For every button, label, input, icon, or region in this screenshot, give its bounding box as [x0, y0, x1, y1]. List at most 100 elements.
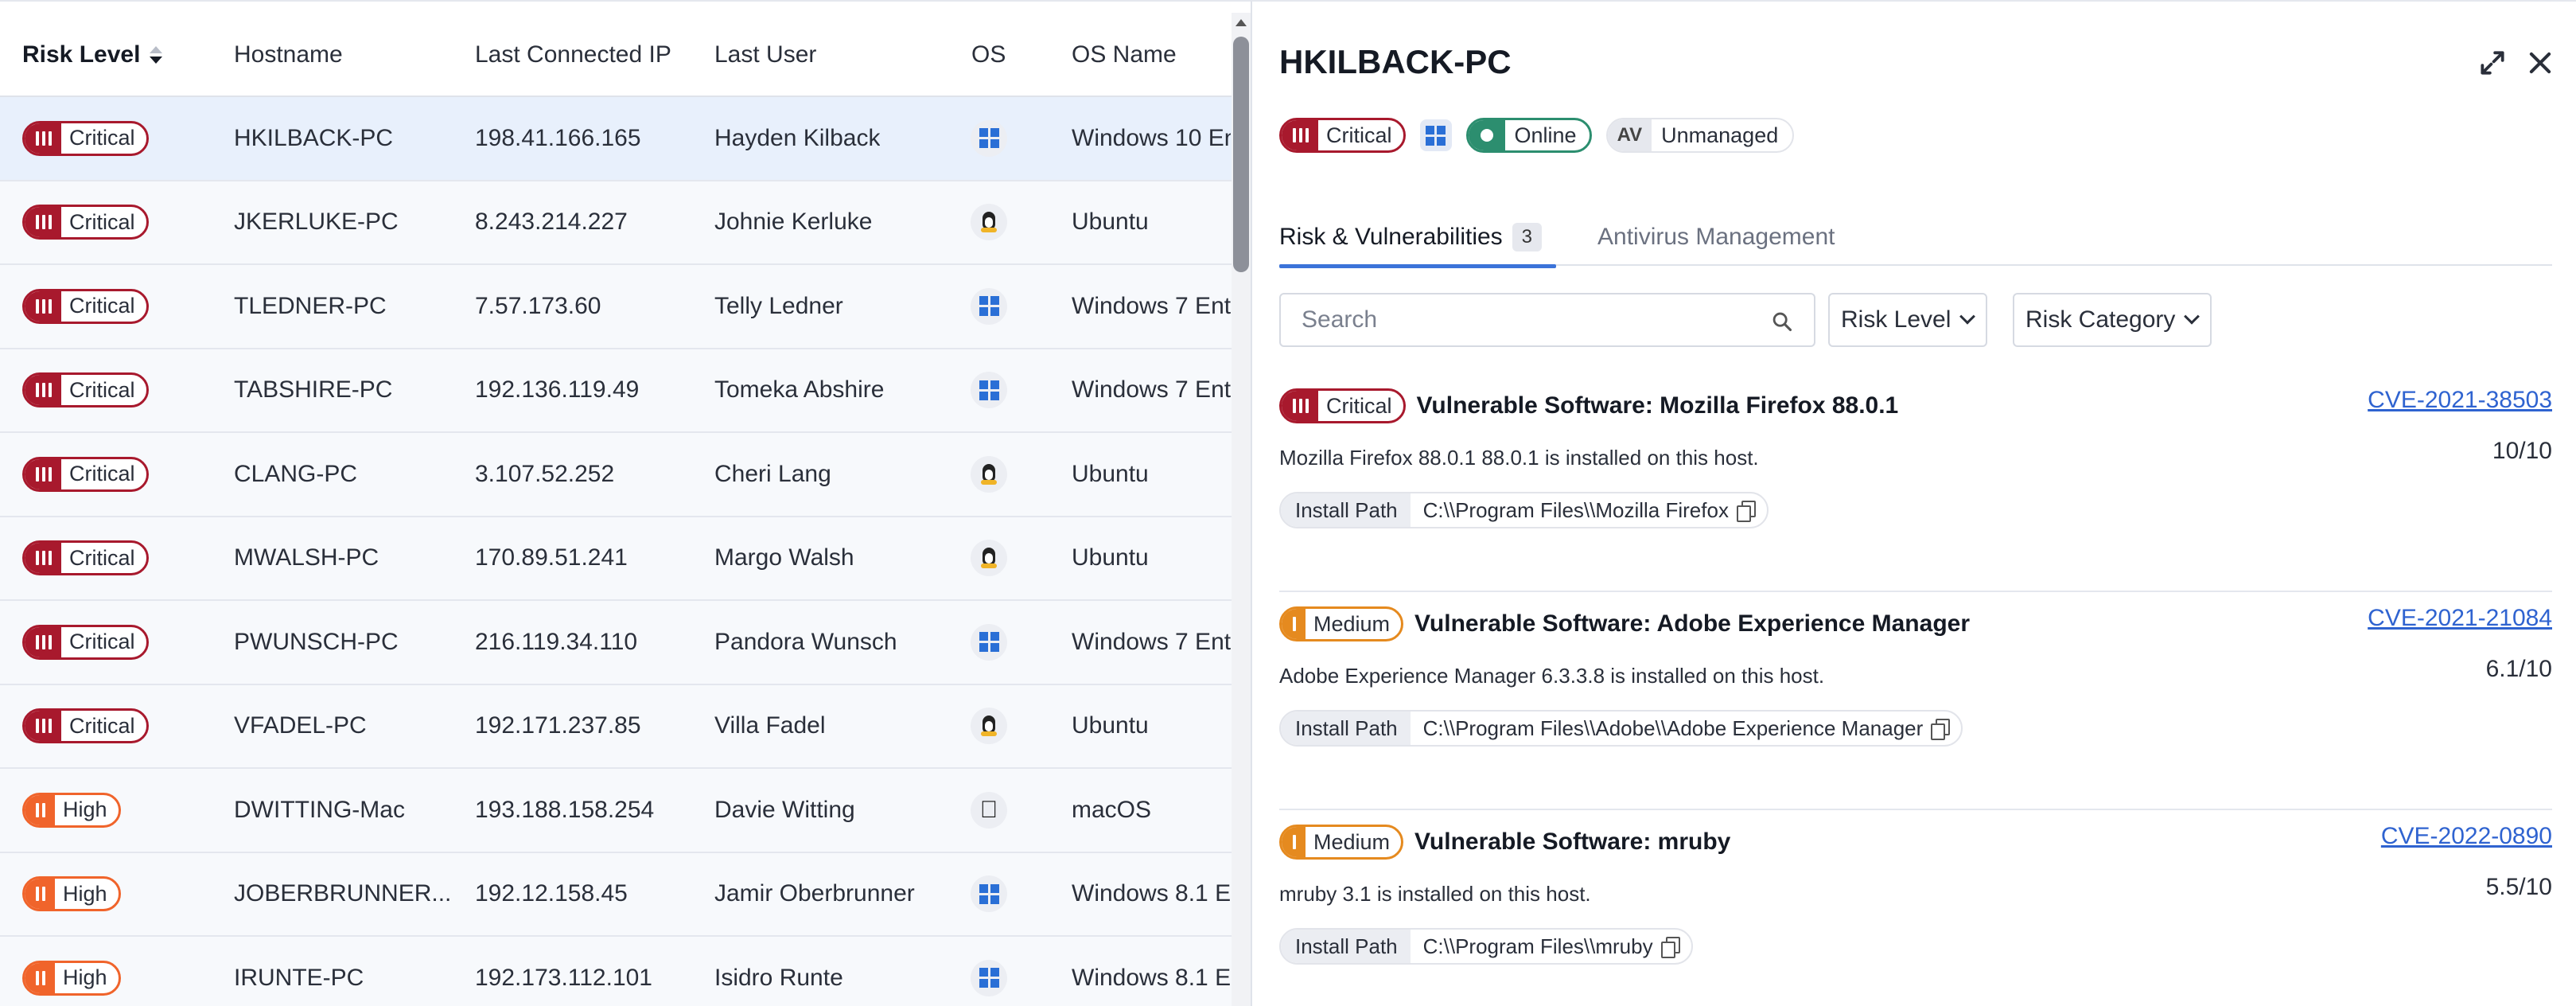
column-header-last-connected-ip[interactable]: Last Connected IP	[475, 13, 671, 97]
column-header-os[interactable]: OS	[971, 13, 1006, 97]
vulnerability-title: Vulnerable Software: Adobe Experience Ma…	[1414, 610, 1970, 637]
chevron-down-icon	[2184, 308, 2200, 325]
os-cell	[971, 685, 1007, 768]
tab-risk-vulnerabilities[interactable]: Risk & Vulnerabilities 3	[1279, 209, 1556, 268]
risk-badge: Critical	[22, 120, 149, 156]
vulnerability-item: Medium Vulnerable Software: mruby CVE-2022…	[1279, 823, 2552, 984]
vulnerability-title: Vulnerable Software: Mozilla Firefox 88.…	[1416, 392, 1899, 419]
os-name-cell: Ubuntu	[1072, 544, 1149, 571]
risk-cell: Critical	[22, 601, 149, 684]
os-name-cell: Ubuntu	[1072, 712, 1149, 739]
hostname-cell: TLEDNER-PC	[234, 292, 387, 319]
install-path-chip: Install Path C:\\Program Files\\Mozilla F…	[1279, 492, 1769, 528]
expand-icon[interactable]	[2477, 48, 2508, 78]
windows-icon	[971, 959, 1007, 996]
os-name-cell: Windows 10 Ent	[1072, 124, 1231, 151]
risk-badge: Critical	[22, 540, 149, 576]
scroll-up-arrow-icon[interactable]	[1235, 19, 1247, 26]
risk-bars-icon	[1282, 609, 1306, 639]
os-name-cell: Ubuntu	[1072, 209, 1149, 236]
user-cell: Johnie Kerluke	[714, 209, 873, 236]
search-icon[interactable]	[1771, 310, 1793, 333]
risk-cell: Critical	[22, 349, 149, 432]
ip-cell: 7.57.173.60	[475, 292, 601, 319]
risk-badge: Critical	[1279, 388, 1406, 423]
install-path-label: Install Path	[1281, 493, 1411, 527]
os-cell	[971, 265, 1007, 348]
os-cell	[971, 937, 1007, 1006]
ip-cell: 3.107.52.252	[475, 460, 615, 487]
user-cell: Jamir Oberbrunner	[714, 880, 915, 907]
vulnerability-divider	[1279, 809, 2552, 810]
risk-badge: Critical	[22, 624, 149, 660]
install-path-chip: Install Path C:\\Program Files\\Adobe\\Ad…	[1279, 710, 1963, 747]
online-dot-icon	[1468, 120, 1505, 150]
windows-icon	[971, 287, 1007, 325]
scrollbar-thumb[interactable]	[1233, 37, 1249, 272]
vulnerability-header: Critical Vulnerable Software: Mozilla Fir…	[1279, 388, 1898, 423]
os-name-cell: Windows 7 Ent	[1072, 628, 1231, 655]
cvss-score: 10/10	[2492, 438, 2552, 464]
tab-antivirus-management[interactable]: Antivirus Management	[1597, 209, 1835, 266]
hostname-cell: DWITTING-Mac	[234, 796, 405, 823]
risk-badge: Critical	[22, 456, 149, 492]
install-path-value: C:\\Program Files\\mruby	[1422, 934, 1653, 958]
user-cell: Isidro Runte	[714, 964, 843, 991]
copy-icon[interactable]	[1660, 937, 1680, 958]
install-path-value: C:\\Program Files\\Adobe\\Adobe Experien…	[1422, 716, 1924, 740]
risk-bars-icon	[1282, 120, 1318, 150]
vulnerability-description: Adobe Experience Manager 6.3.3.8 is inst…	[1279, 664, 1825, 688]
risk-category-filter-dropdown[interactable]: Risk Category	[2013, 293, 2212, 347]
hostname-cell: MWALSH-PC	[234, 544, 379, 571]
risk-bars-icon	[25, 123, 61, 154]
table-body: Critical HKILBACK-PC 198.41.166.165 Hayden …	[0, 97, 1232, 1006]
risk-bars-icon	[25, 626, 61, 657]
vulnerability-header: Medium Vulnerable Software: mruby	[1279, 825, 1730, 860]
copy-icon[interactable]	[1736, 501, 1756, 522]
column-header-risk-level[interactable]: Risk Level	[22, 13, 163, 97]
os-cell	[971, 97, 1007, 180]
host-status-chips: Critical Online AV Unmanaged	[1279, 118, 1795, 153]
cvss-score: 5.5/10	[2485, 874, 2552, 900]
sort-icon[interactable]	[150, 46, 163, 64]
table-row[interactable]: Critical MWALSH-PC 170.89.51.241 Margo Wals…	[0, 517, 1232, 601]
search-input[interactable]	[1281, 306, 1742, 333]
column-header-os-name[interactable]: OS Name	[1072, 13, 1177, 97]
close-icon[interactable]	[2525, 48, 2555, 78]
column-header-hostname[interactable]: Hostname	[234, 13, 343, 97]
ip-cell: 192.171.237.85	[475, 712, 641, 739]
risk-bars-icon	[25, 879, 55, 910]
risk-badge: High	[22, 792, 121, 828]
risk-bars-icon	[25, 794, 55, 825]
copy-icon[interactable]	[1931, 719, 1951, 740]
install-path-chip: Install Path C:\\Program Files\\mruby	[1279, 928, 1693, 965]
ip-cell: 192.12.158.45	[475, 880, 628, 907]
table-row[interactable]: High JOBERBRUNNER... 192.12.158.45 Jamir Ob…	[0, 852, 1232, 937]
active-tab-indicator	[1279, 264, 1556, 268]
table-row[interactable]: Critical TABSHIRE-PC 192.136.119.49 Tomeka …	[0, 349, 1232, 433]
risk-bars-icon	[25, 458, 61, 489]
os-cell	[971, 517, 1007, 600]
table-row[interactable]: Critical JKERLUKE-PC 8.243.214.227 Johnie K…	[0, 181, 1232, 265]
hostname-cell: JOBERBRUNNER...	[234, 880, 452, 907]
install-path-label: Install Path	[1281, 712, 1411, 745]
risk-bars-icon	[25, 207, 61, 238]
status-badge: Online	[1465, 118, 1592, 153]
table-row[interactable]: Critical PWUNSCH-PC 216.119.34.110 Pandora …	[0, 601, 1232, 685]
risk-level-filter-dropdown[interactable]: Risk Level	[1828, 293, 1988, 347]
table-row[interactable]: High DWITTING-Mac 193.188.158.254 Davie Wit…	[0, 769, 1232, 853]
user-cell: Margo Walsh	[714, 544, 854, 571]
table-row[interactable]: Critical CLANG-PC 3.107.52.252 Cheri Lang Ub…	[0, 433, 1232, 517]
risk-bars-icon	[25, 543, 61, 574]
os-name-cell: Windows 7 Ent	[1072, 292, 1231, 319]
risk-cell: Critical	[22, 97, 149, 180]
table-row[interactable]: Critical VFADEL-PC 192.171.237.85 Villa Fad…	[0, 684, 1232, 769]
table-row[interactable]: High IRUNTE-PC 192.173.112.101 Isidro Runte…	[0, 937, 1232, 1006]
cve-link[interactable]: CVE-2021-38503	[2368, 387, 2552, 414]
cve-link[interactable]: CVE-2021-21084	[2368, 605, 2552, 632]
column-header-last-user[interactable]: Last User	[714, 13, 816, 97]
hostname-cell: PWUNSCH-PC	[234, 628, 399, 655]
cve-link[interactable]: CVE-2022-0890	[2381, 823, 2552, 850]
table-row[interactable]: Critical HKILBACK-PC 198.41.166.165 Hayden …	[0, 97, 1232, 181]
table-row[interactable]: Critical TLEDNER-PC 7.57.173.60 Telly Ledne…	[0, 265, 1232, 349]
